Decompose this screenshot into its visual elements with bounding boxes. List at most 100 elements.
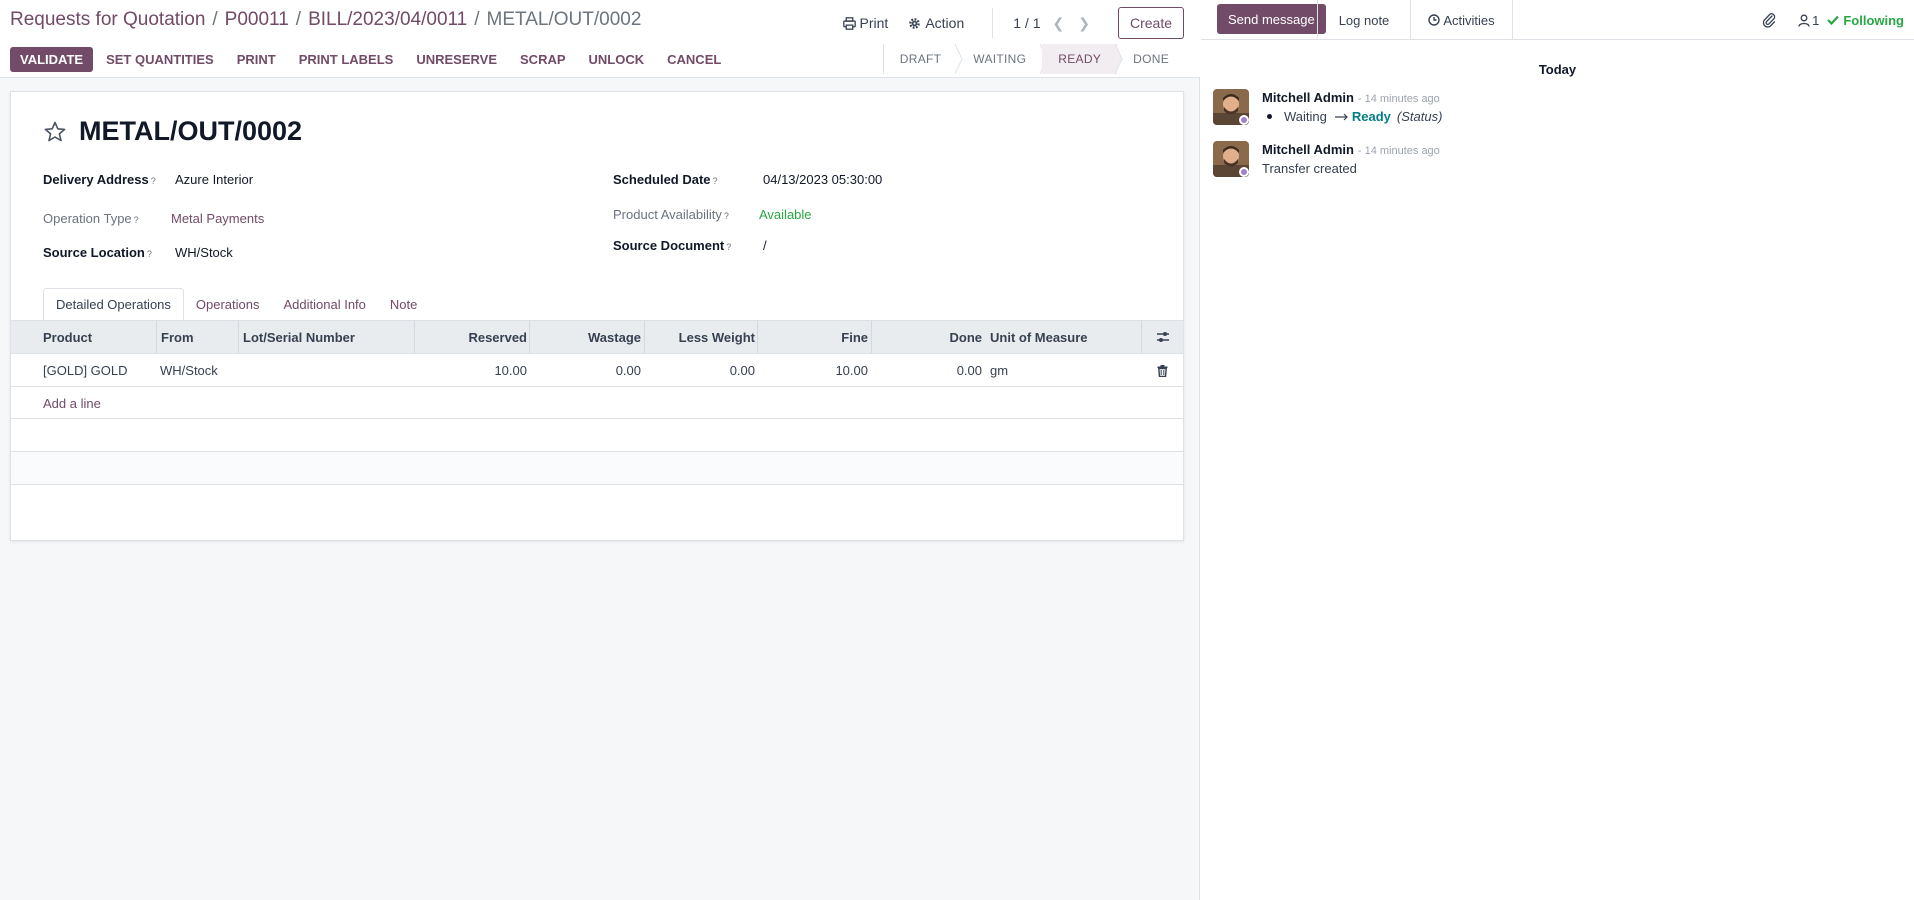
- source-document-field: Source Document? /: [613, 238, 767, 253]
- clock-icon: [1428, 14, 1441, 26]
- breadcrumb-separator: /: [295, 9, 302, 30]
- stage-done[interactable]: DONE: [1117, 44, 1185, 74]
- action-dropdown-button[interactable]: Action: [908, 15, 964, 31]
- source-document-value[interactable]: /: [763, 238, 767, 253]
- create-button[interactable]: Create: [1117, 7, 1184, 39]
- avatar[interactable]: [1213, 141, 1249, 177]
- star-icon[interactable]: [43, 120, 67, 144]
- cell-fine[interactable]: 10.00: [757, 354, 872, 387]
- breadcrumb-rfq[interactable]: Requests for Quotation: [10, 9, 205, 30]
- tab-operations[interactable]: Operations: [184, 288, 272, 321]
- attachment-button[interactable]: [1762, 12, 1776, 28]
- cell-lot-serial[interactable]: [238, 354, 424, 387]
- scheduled-date-field: Scheduled Date? 04/13/2023 05:30:00: [613, 172, 882, 187]
- source-location-label: Source Location: [43, 245, 145, 260]
- breadcrumb-po[interactable]: P00011: [225, 9, 289, 30]
- help-icon[interactable]: ?: [134, 215, 139, 225]
- message-author[interactable]: Mitchell Admin: [1262, 90, 1354, 105]
- message-header: Mitchell Admin - 14 minutes ago: [1262, 89, 1882, 105]
- column-from[interactable]: From: [156, 321, 236, 353]
- paperclip-icon: [1762, 13, 1776, 28]
- send-message-button[interactable]: Send message: [1217, 4, 1326, 34]
- presence-dot: [1239, 115, 1249, 125]
- optional-columns-toggle[interactable]: [1141, 321, 1183, 353]
- activities-label: Activities: [1443, 12, 1495, 28]
- trash-icon: [1157, 364, 1167, 377]
- activities-button[interactable]: Activities: [1411, 0, 1513, 40]
- stage-ready[interactable]: READY: [1042, 44, 1123, 74]
- add-a-line-link[interactable]: Add a line: [43, 387, 101, 419]
- breadcrumb-bill[interactable]: BILL/2023/04/0011: [308, 9, 467, 30]
- avatar[interactable]: [1213, 89, 1249, 125]
- top-actions: Print Action 1 / 1 ❮ ❯ Create: [842, 7, 1184, 39]
- unreserve-button[interactable]: UNRESERVE: [416, 52, 497, 67]
- scheduled-date-label: Scheduled Date: [613, 172, 711, 187]
- followers-button[interactable]: 1: [1798, 13, 1819, 28]
- cell-less-weight[interactable]: 0.00: [644, 354, 759, 387]
- table-header: Product From Lot/Serial Number Reserved …: [11, 320, 1183, 354]
- chatter-panel: Send message Log note Activities 1 Follo…: [1201, 0, 1914, 900]
- delivery-address-value[interactable]: Azure Interior: [175, 172, 253, 187]
- operation-type-value[interactable]: Metal Payments: [171, 211, 264, 226]
- set-quantities-button[interactable]: SET QUANTITIES: [106, 52, 214, 67]
- chatter-right-tools: 1 Following: [1762, 0, 1904, 40]
- arrow-right-icon: [1334, 113, 1348, 120]
- tracking-old-value: Waiting: [1284, 109, 1327, 124]
- gear-icon: [909, 17, 921, 29]
- tab-detailed-operations[interactable]: Detailed Operations: [43, 288, 184, 321]
- delete-row-button[interactable]: [1141, 354, 1183, 387]
- column-product[interactable]: Product: [39, 321, 167, 353]
- cell-reserved[interactable]: 10.00: [414, 354, 531, 387]
- breadcrumb-current: METAL/OUT/0002: [486, 9, 642, 30]
- operation-type-label: Operation Type: [43, 211, 132, 226]
- message-header: Mitchell Admin - 14 minutes ago: [1262, 141, 1882, 157]
- table-row[interactable]: [GOLD] GOLD WH/Stock 10.00 0.00 0.00 10.…: [11, 354, 1183, 387]
- cell-unit-of-measure[interactable]: gm: [986, 354, 1141, 387]
- delivery-address-field: Delivery Address? Azure Interior: [43, 172, 253, 187]
- date-separator: Today: [1538, 62, 1577, 77]
- pager-value[interactable]: 1 / 1: [1013, 15, 1040, 31]
- help-icon[interactable]: ?: [724, 211, 729, 221]
- pager-next-icon[interactable]: ❯: [1078, 15, 1090, 32]
- sliders-icon: [1156, 332, 1169, 342]
- help-icon[interactable]: ?: [151, 176, 156, 186]
- column-fine[interactable]: Fine: [757, 321, 872, 353]
- help-icon[interactable]: ?: [726, 242, 731, 252]
- presence-dot: [1239, 167, 1249, 177]
- tab-note[interactable]: Note: [378, 288, 429, 321]
- column-lot-serial[interactable]: Lot/Serial Number: [238, 321, 424, 353]
- stage-draft[interactable]: DRAFT: [884, 44, 963, 74]
- cell-wastage[interactable]: 0.00: [529, 354, 645, 387]
- help-icon[interactable]: ?: [147, 249, 152, 259]
- empty-row: [11, 419, 1183, 452]
- followers-count: 1: [1812, 12, 1820, 28]
- source-location-value[interactable]: WH/Stock: [175, 245, 233, 260]
- help-icon[interactable]: ?: [713, 176, 718, 186]
- stage-ready-label: READY: [1058, 52, 1102, 66]
- print-button[interactable]: PRINT: [237, 52, 276, 67]
- cell-done[interactable]: 0.00: [871, 354, 986, 387]
- column-reserved[interactable]: Reserved: [414, 321, 531, 353]
- cell-product[interactable]: [GOLD] GOLD: [39, 354, 167, 387]
- print-dropdown-button[interactable]: Print: [842, 15, 888, 31]
- message-body: Mitchell Admin - 14 minutes ago Transfer…: [1262, 141, 1882, 176]
- pager-previous-icon[interactable]: ❮: [1053, 15, 1065, 32]
- scrap-button[interactable]: SCRAP: [520, 52, 566, 67]
- cell-from[interactable]: WH/Stock: [156, 354, 236, 387]
- column-less-weight[interactable]: Less Weight: [644, 321, 759, 353]
- following-button[interactable]: Following: [1827, 13, 1904, 28]
- stage-waiting[interactable]: WAITING: [957, 44, 1048, 74]
- tab-additional-info[interactable]: Additional Info: [272, 288, 378, 321]
- cancel-button[interactable]: CANCEL: [667, 52, 721, 67]
- print-labels-button[interactable]: PRINT LABELS: [299, 52, 394, 67]
- column-unit-of-measure[interactable]: Unit of Measure: [986, 321, 1141, 353]
- action-bar: VALIDATE SET QUANTITIES PRINT PRINT LABE…: [10, 47, 744, 72]
- scheduled-date-value[interactable]: 04/13/2023 05:30:00: [763, 172, 882, 187]
- log-note-button[interactable]: Log note: [1317, 0, 1411, 40]
- stage-done-label: DONE: [1133, 52, 1169, 66]
- column-done[interactable]: Done: [871, 321, 986, 353]
- column-wastage[interactable]: Wastage: [529, 321, 645, 353]
- unlock-button[interactable]: UNLOCK: [589, 52, 645, 67]
- validate-button[interactable]: VALIDATE: [10, 47, 94, 72]
- message-author[interactable]: Mitchell Admin: [1262, 142, 1354, 157]
